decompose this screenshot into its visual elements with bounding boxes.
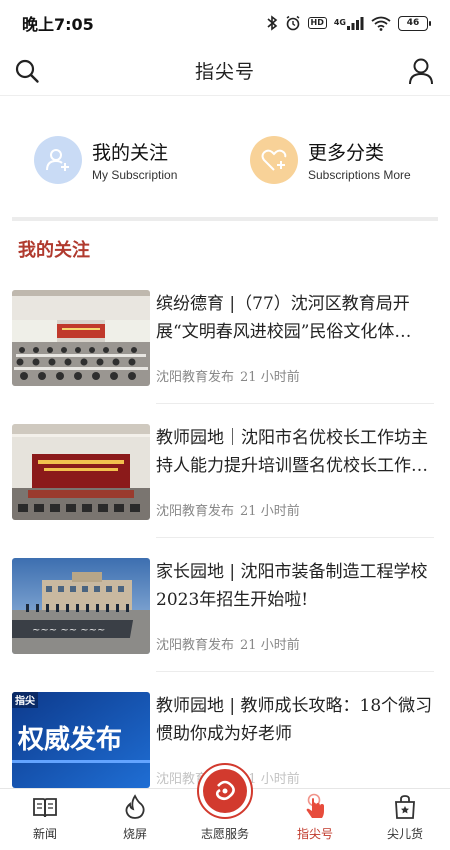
tab-label: 志愿服务 [200,827,249,841]
news-thumbnail: ~~~ ~~ ~~~ [12,558,150,654]
my-subscription-button[interactable]: 我的关注 My Subscription [0,112,234,208]
search-icon [15,59,39,83]
battery-icon: 46 [398,15,431,31]
news-item[interactable]: 教师园地｜沈阳市名优校长工作坊主持人能力提升培训暨名优校长工作… 沈阳教育发布 2… [12,420,438,554]
more-categories-button[interactable]: 更多分类 Subscriptions More [234,112,450,208]
status-bar: 晚上7:05 HD 4G 46 [0,0,450,46]
heart-plus-icon [250,136,298,184]
news-title: 教师园地 | 教师成长攻略：18个微习惯助你成为好老师 [156,696,433,744]
hd-icon: HD [307,17,327,29]
tab-label: 尖儿货 [386,827,423,841]
shopping-bag-icon [393,793,417,821]
profile-button[interactable] [404,54,438,88]
section-divider [12,217,438,221]
svg-text:~~~ ~~ ~~~: ~~~ ~~ ~~~ [32,625,105,636]
section-title: 我的关注 [18,240,90,261]
news-time: 21 小时前 [240,638,300,653]
volunteer-logo-icon [197,763,253,819]
news-title: 家长园地 | 沈阳市装备制造工程学校2023年招生开始啦! [156,562,428,610]
shortcut-subtitle: My Subscription [92,168,178,182]
page-title: 指尖号 [194,61,255,83]
news-thumbnail [12,424,150,520]
news-thumbnail [12,290,150,386]
news-meta: 沈阳教育发布 21 小时前 [156,500,300,519]
tab-label: 烧屏 [122,827,147,841]
bottom-tab-bar: 新闻 烧屏 志愿服务 指尖号 尖儿货 [0,763,450,850]
user-icon [409,58,433,85]
news-source: 沈阳教育发布 [156,504,235,519]
news-time: 21 小时前 [240,504,300,519]
add-person-icon [34,136,82,184]
shortcut-title: 我的关注 [92,142,169,164]
tab-label: 指尖号 [296,827,333,841]
news-meta: 沈阳教育发布 21 小时前 [156,366,300,385]
news-item[interactable]: 缤纷德育 |（77）沈河区教育局开展“文明春风进校园”民俗文化体… 沈阳教育发布… [12,286,438,420]
hand-tap-icon [302,793,328,821]
news-time: 21 小时前 [240,370,300,385]
alarm-icon [285,15,301,31]
news-thumbnail: 指尖 权威发布 [12,692,150,788]
news-divider [156,537,434,538]
book-icon [32,793,58,821]
tab-flame[interactable]: 烧屏 [90,789,180,850]
tab-shop[interactable]: 尖儿货 [360,789,450,850]
news-meta: 沈阳教育发布 21 小时前 [156,634,300,653]
tab-label: 新闻 [32,827,57,841]
news-title: 缤纷德育 |（77）沈河区教育局开展“文明春风进校园”民俗文化体… [156,294,412,342]
news-divider [156,403,434,404]
news-title: 教师园地｜沈阳市名优校长工作坊主持人能力提升培训暨名优校长工作… [156,428,428,476]
status-time: 晚上7:05 [22,15,94,34]
signal-icon: 4G [334,16,364,30]
search-button[interactable] [10,54,44,88]
wifi-icon [371,16,391,31]
news-source: 沈阳教育发布 [156,638,235,653]
thumb-headline: 权威发布 [17,724,122,755]
shortcut-title: 更多分类 [308,142,385,164]
top-nav: 指尖号 [0,46,450,96]
news-divider [156,671,434,672]
shortcut-row: 我的关注 My Subscription 更多分类 Subscriptions … [0,112,450,208]
tab-volunteer[interactable]: 志愿服务 [180,763,270,850]
news-item[interactable]: ~~~ ~~ ~~~ 家长园地 | 沈阳市装备制造工程学校2023年招生开始啦!… [12,554,438,688]
shortcut-subtitle: Subscriptions More [308,168,411,182]
bluetooth-icon [266,15,278,31]
news-list: 缤纷德育 |（77）沈河区教育局开展“文明春风进校园”民俗文化体… 沈阳教育发布… [12,286,438,822]
status-icons: HD 4G 46 [266,15,431,31]
tab-zhijianhao[interactable]: 指尖号 [270,789,360,850]
tab-news[interactable]: 新闻 [0,789,90,850]
flame-icon [124,793,146,821]
battery-level: 46 [406,18,420,28]
thumb-tag: 指尖 [15,694,35,707]
news-source: 沈阳教育发布 [156,370,235,385]
